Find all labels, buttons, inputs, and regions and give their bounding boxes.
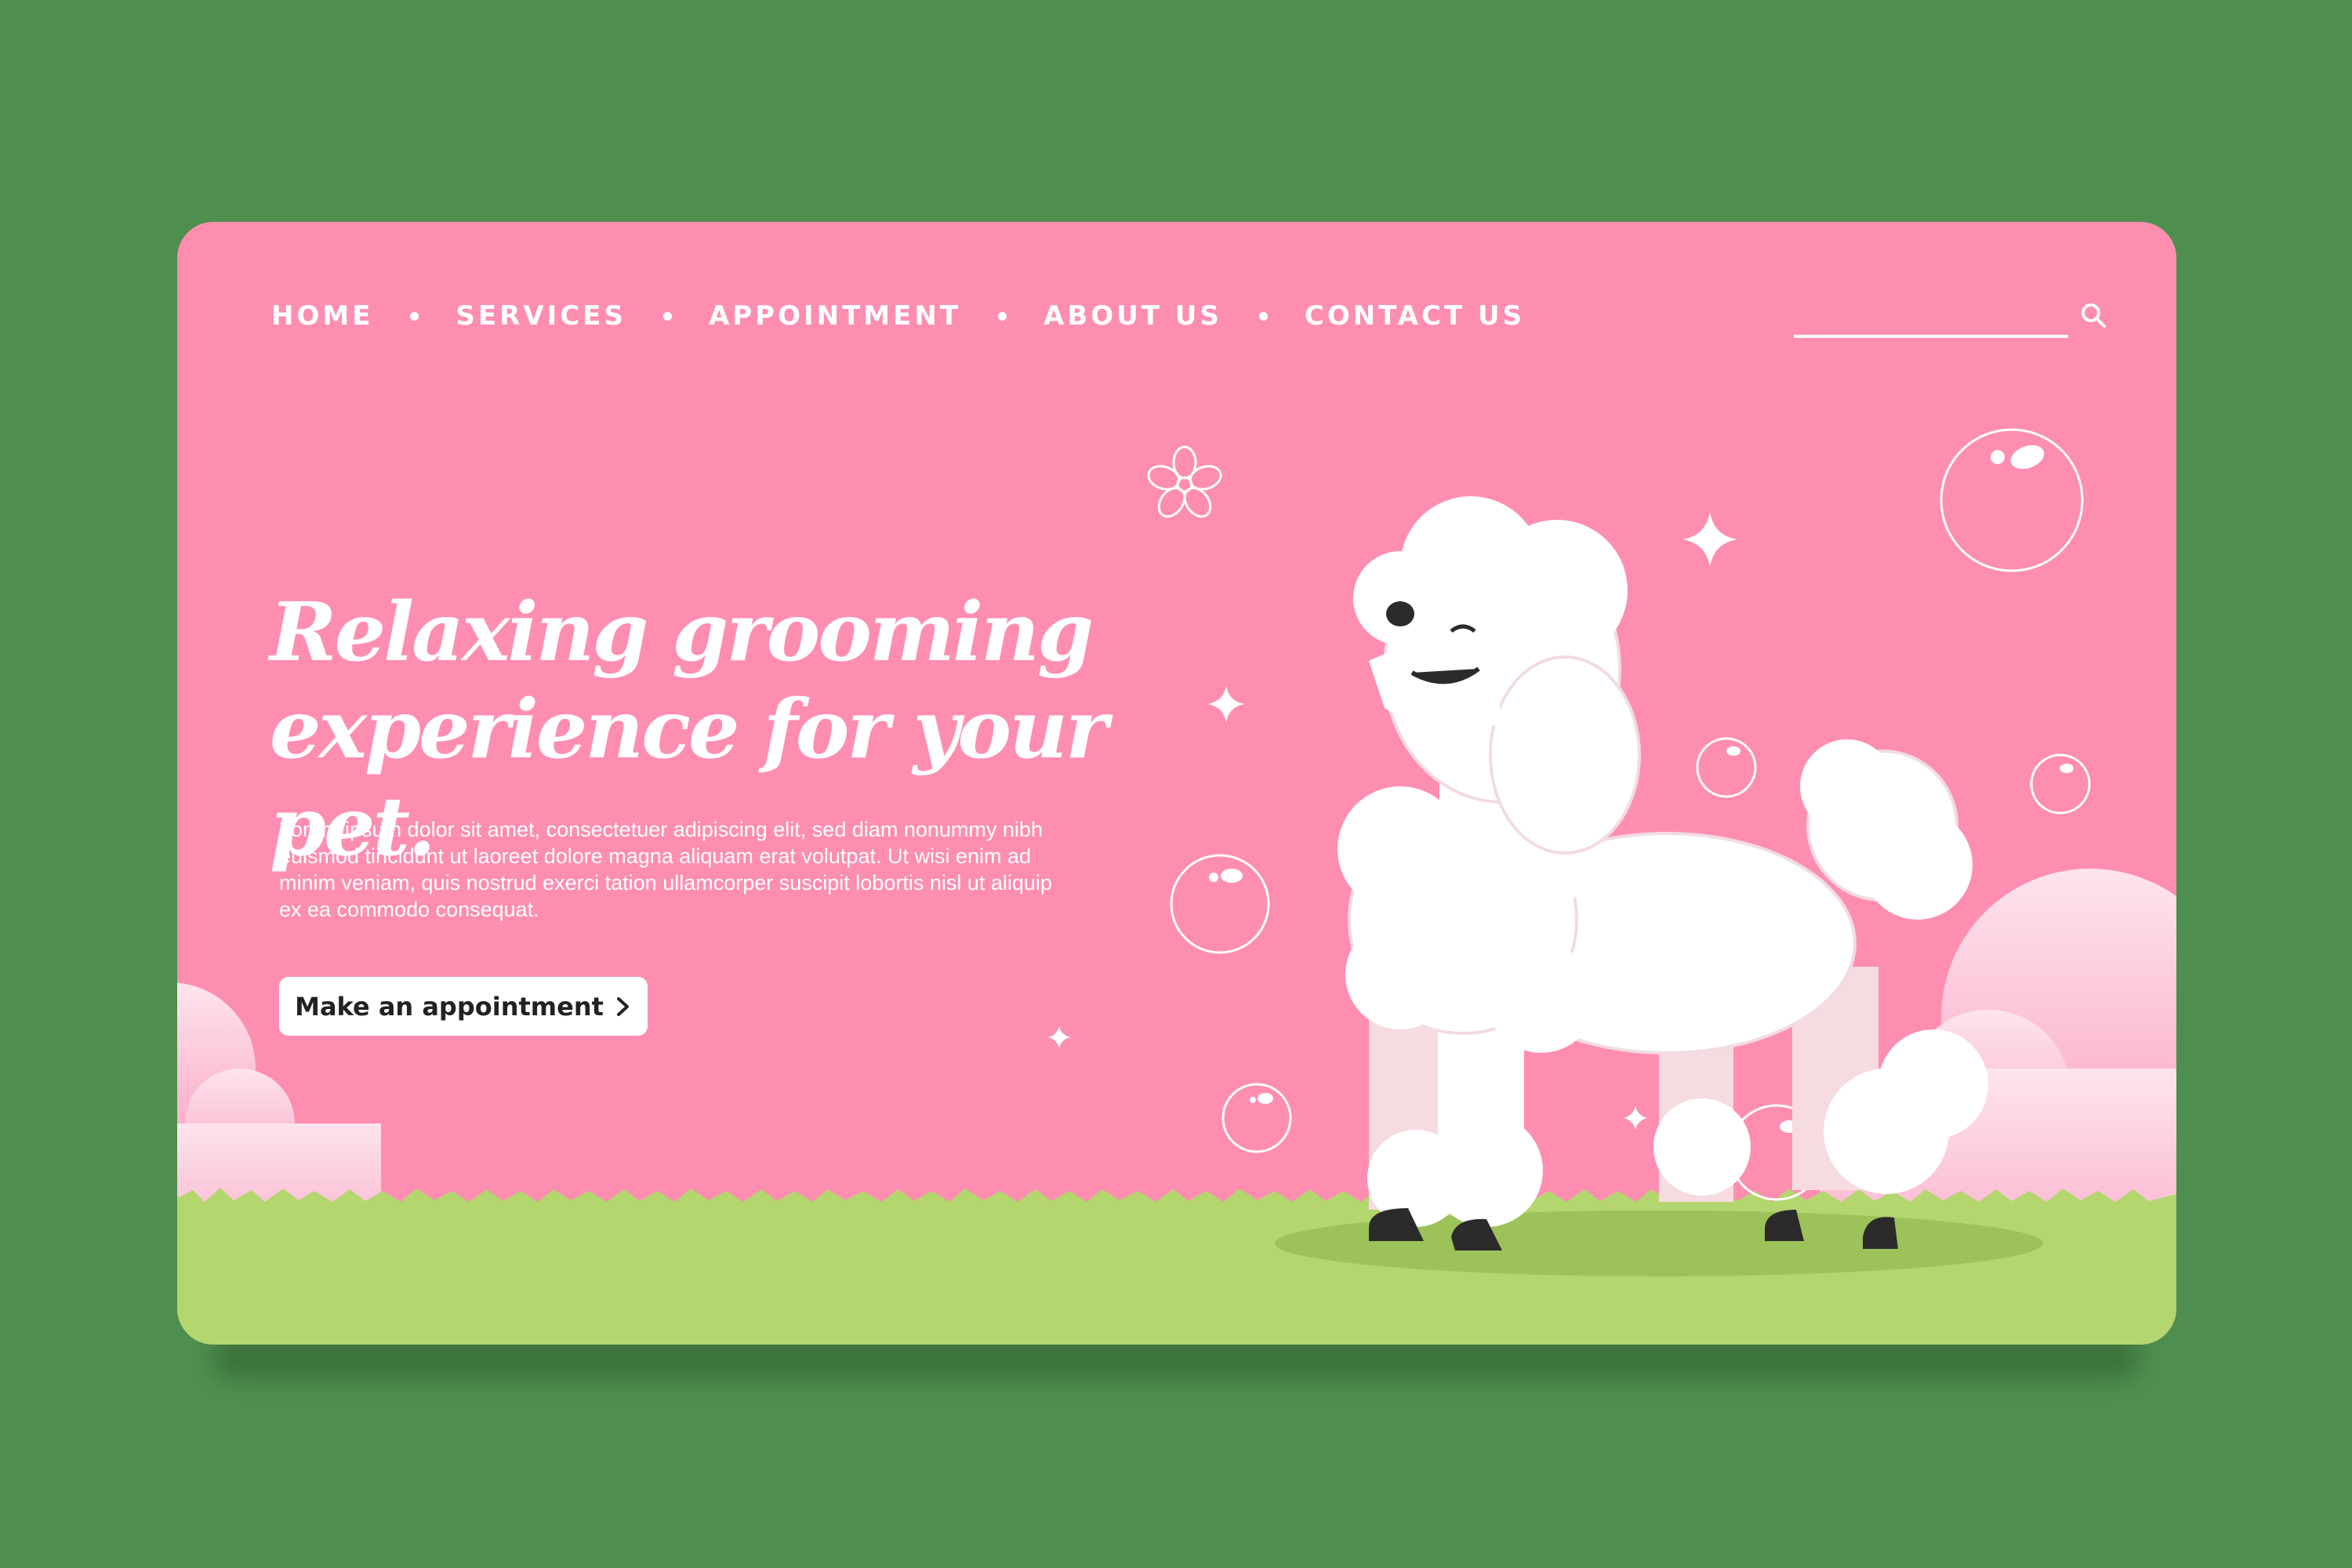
- search-input[interactable]: [1794, 297, 2071, 336]
- make-appointment-label: Make an appointment: [295, 991, 604, 1022]
- flower-icon: [1147, 445, 1222, 518]
- make-appointment-button[interactable]: Make an appointment: [279, 977, 648, 1036]
- sparkle-icon: [1047, 1026, 1071, 1048]
- nav-separator-dot: [1258, 311, 1268, 321]
- nav-separator-dot: [662, 311, 672, 321]
- nav-home[interactable]: HOME: [271, 300, 373, 332]
- landing-page-card: HOME SERVICES APPOINTMENT ABOUT US CONTA…: [177, 222, 2176, 1345]
- nav-contact-us[interactable]: CONTACT US: [1305, 300, 1525, 332]
- hero-headline-line-1: Relaxing grooming: [270, 585, 1094, 680]
- bubble-icon: [2030, 753, 2091, 815]
- poodle-illustration: [1338, 496, 1988, 1250]
- nav-separator-dot: [410, 311, 419, 321]
- search-icon[interactable]: [2078, 300, 2110, 332]
- bubble-icon: [1940, 428, 2084, 572]
- bubble-icon: [1696, 737, 1757, 798]
- nav-appointment[interactable]: APPOINTMENT: [709, 300, 961, 332]
- bubble-icon: [1221, 1083, 1292, 1153]
- chevron-right-icon: [616, 996, 629, 1016]
- hero-description: Lorem ipsum dolor sit amet, consectetuer…: [279, 818, 1052, 921]
- search-field: [1794, 297, 2071, 338]
- sparkle-icon: [1682, 512, 1737, 567]
- nav-services[interactable]: SERVICES: [456, 300, 626, 332]
- sparkle-icon: [1207, 686, 1245, 722]
- main-nav: HOME SERVICES APPOINTMENT ABOUT US CONTA…: [271, 296, 1525, 336]
- nav-separator-dot: [998, 311, 1007, 321]
- sparkle-icon: [1624, 1106, 1647, 1130]
- nav-about-us[interactable]: ABOUT US: [1044, 300, 1222, 332]
